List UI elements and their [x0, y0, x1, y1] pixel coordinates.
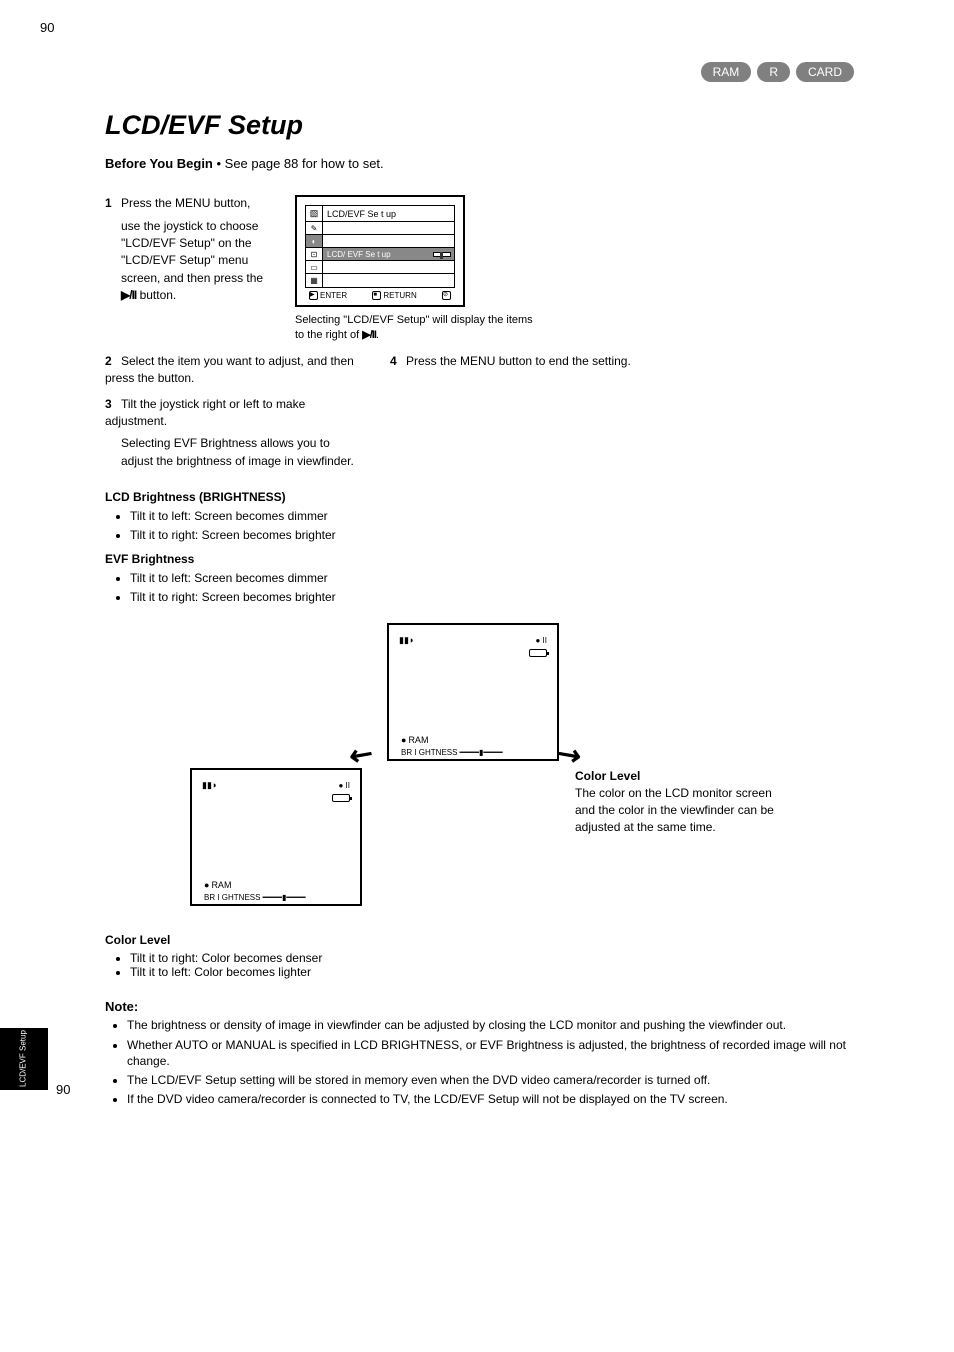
play-pause-icon-2: ▶/II	[362, 329, 376, 341]
step3: 3Tilt the joystick right or left to make…	[105, 396, 365, 431]
color-level-desc: Color Level The color on the LCD monitor…	[575, 768, 775, 888]
note-li3: The LCD/EVF Setup setting will be stored…	[127, 1072, 854, 1088]
badge-r: R	[757, 62, 790, 82]
camera-icon-2: ▮▮◗	[202, 780, 217, 791]
step2-step3: 2Select the item you want to adjust, and…	[105, 353, 365, 470]
step1-l1: Press the MENU button,	[121, 196, 250, 210]
subtitle: Before You Begin • See page 88 for how t…	[105, 155, 854, 173]
menu-icon-2: ◐	[306, 235, 322, 248]
note-li2: Whether AUTO or MANUAL is specified in L…	[127, 1037, 854, 1069]
step2: 2Select the item you want to adjust, and…	[105, 353, 365, 388]
page-number-bottom: 90	[56, 1082, 70, 1097]
rec-indicator: ● II	[535, 636, 547, 645]
menu-icon-3: ⊡	[306, 248, 322, 261]
step1-l4: "LCD/EVF Setup" menu	[121, 252, 270, 269]
menu-title: LCD/EVF Se t up	[323, 208, 454, 220]
rec-dot-icon: ●	[401, 735, 406, 745]
enter-icon: ▶	[309, 291, 318, 300]
menu-icon-5: ▦	[306, 274, 322, 287]
menu-title-icon: ▧	[306, 206, 323, 221]
stop-icon: ■	[372, 291, 381, 300]
subtitle-rest: • See page 88 for how to set.	[216, 156, 383, 171]
note-block: Note: The brightness or density of image…	[105, 999, 854, 1107]
rec-indicator-2: ● II	[338, 781, 350, 790]
screen-brightness-bar-2: ▮▮◗ ● II ●RAM BR I GHTNESS ━━━━▮━━━━	[190, 768, 362, 906]
enter-label: ENTER	[320, 291, 347, 300]
step1-l3: "LCD/EVF Setup" on the	[121, 235, 270, 252]
lcd-brightness: LCD Brightness (BRIGHTNESS) Tilt it to l…	[105, 490, 854, 544]
play-pause-icon: ▶/II	[121, 288, 136, 302]
badge-card: CARD	[796, 62, 854, 82]
rec-dot-icon-2: ●	[204, 880, 209, 890]
battery-icon-2	[332, 794, 350, 802]
battery-icon	[529, 649, 547, 657]
menu-row-selected: LCD/ EVF Se t up	[323, 248, 454, 261]
step1-l6: button.	[136, 288, 176, 302]
media-badges: RAM R CARD	[701, 62, 854, 82]
subtitle-prefix: Before You Begin	[105, 156, 216, 171]
page-title: LCD/EVF Setup	[105, 110, 854, 141]
camera-icon: ▮▮◗	[399, 635, 414, 646]
menu-screenshot: ▧ LCD/EVF Se t up ✎ ◐ ⊡ ▭ ▦	[295, 195, 465, 307]
step1-block: 1Press the MENU button, use the joystick…	[105, 195, 270, 343]
menu-icon-1: ✎	[306, 222, 322, 235]
menu-caption: Selecting "LCD/EVF Setup" will display t…	[295, 313, 540, 343]
note-li1: The brightness or density of image in vi…	[127, 1017, 854, 1033]
menu-icon-4: ▭	[306, 261, 322, 274]
color-level-block: Color Level Tilt it to right: Color beco…	[105, 933, 854, 979]
side-tab: LCD/EVF Setup	[0, 1028, 48, 1090]
screen-brightness-bar: ▮▮◗ ● II ●RAM BR I GHTNESS ━━━━▮━━━━	[387, 623, 559, 761]
badge-ram: RAM	[701, 62, 752, 82]
step1-l5: screen, and then press the	[121, 270, 270, 287]
step4: 4Press the MENU button to end the settin…	[390, 353, 854, 370]
cancel-icon: ⊘	[442, 291, 451, 300]
step1-l2: use the joystick to choose	[121, 218, 270, 235]
return-label: RETURN	[383, 291, 416, 300]
page-number-top: 90	[40, 20, 54, 35]
screens-figure: ▮▮◗ ● II ●RAM BR I GHTNESS ━━━━▮━━━━ ↙ ↙…	[105, 623, 854, 933]
evf-brightness: EVF Brightness Tilt it to left: Screen b…	[105, 552, 854, 606]
note-li4: If the DVD video camera/recorder is conn…	[127, 1091, 854, 1107]
step3-sub: Selecting EVF Brightness allows you to a…	[121, 435, 365, 470]
